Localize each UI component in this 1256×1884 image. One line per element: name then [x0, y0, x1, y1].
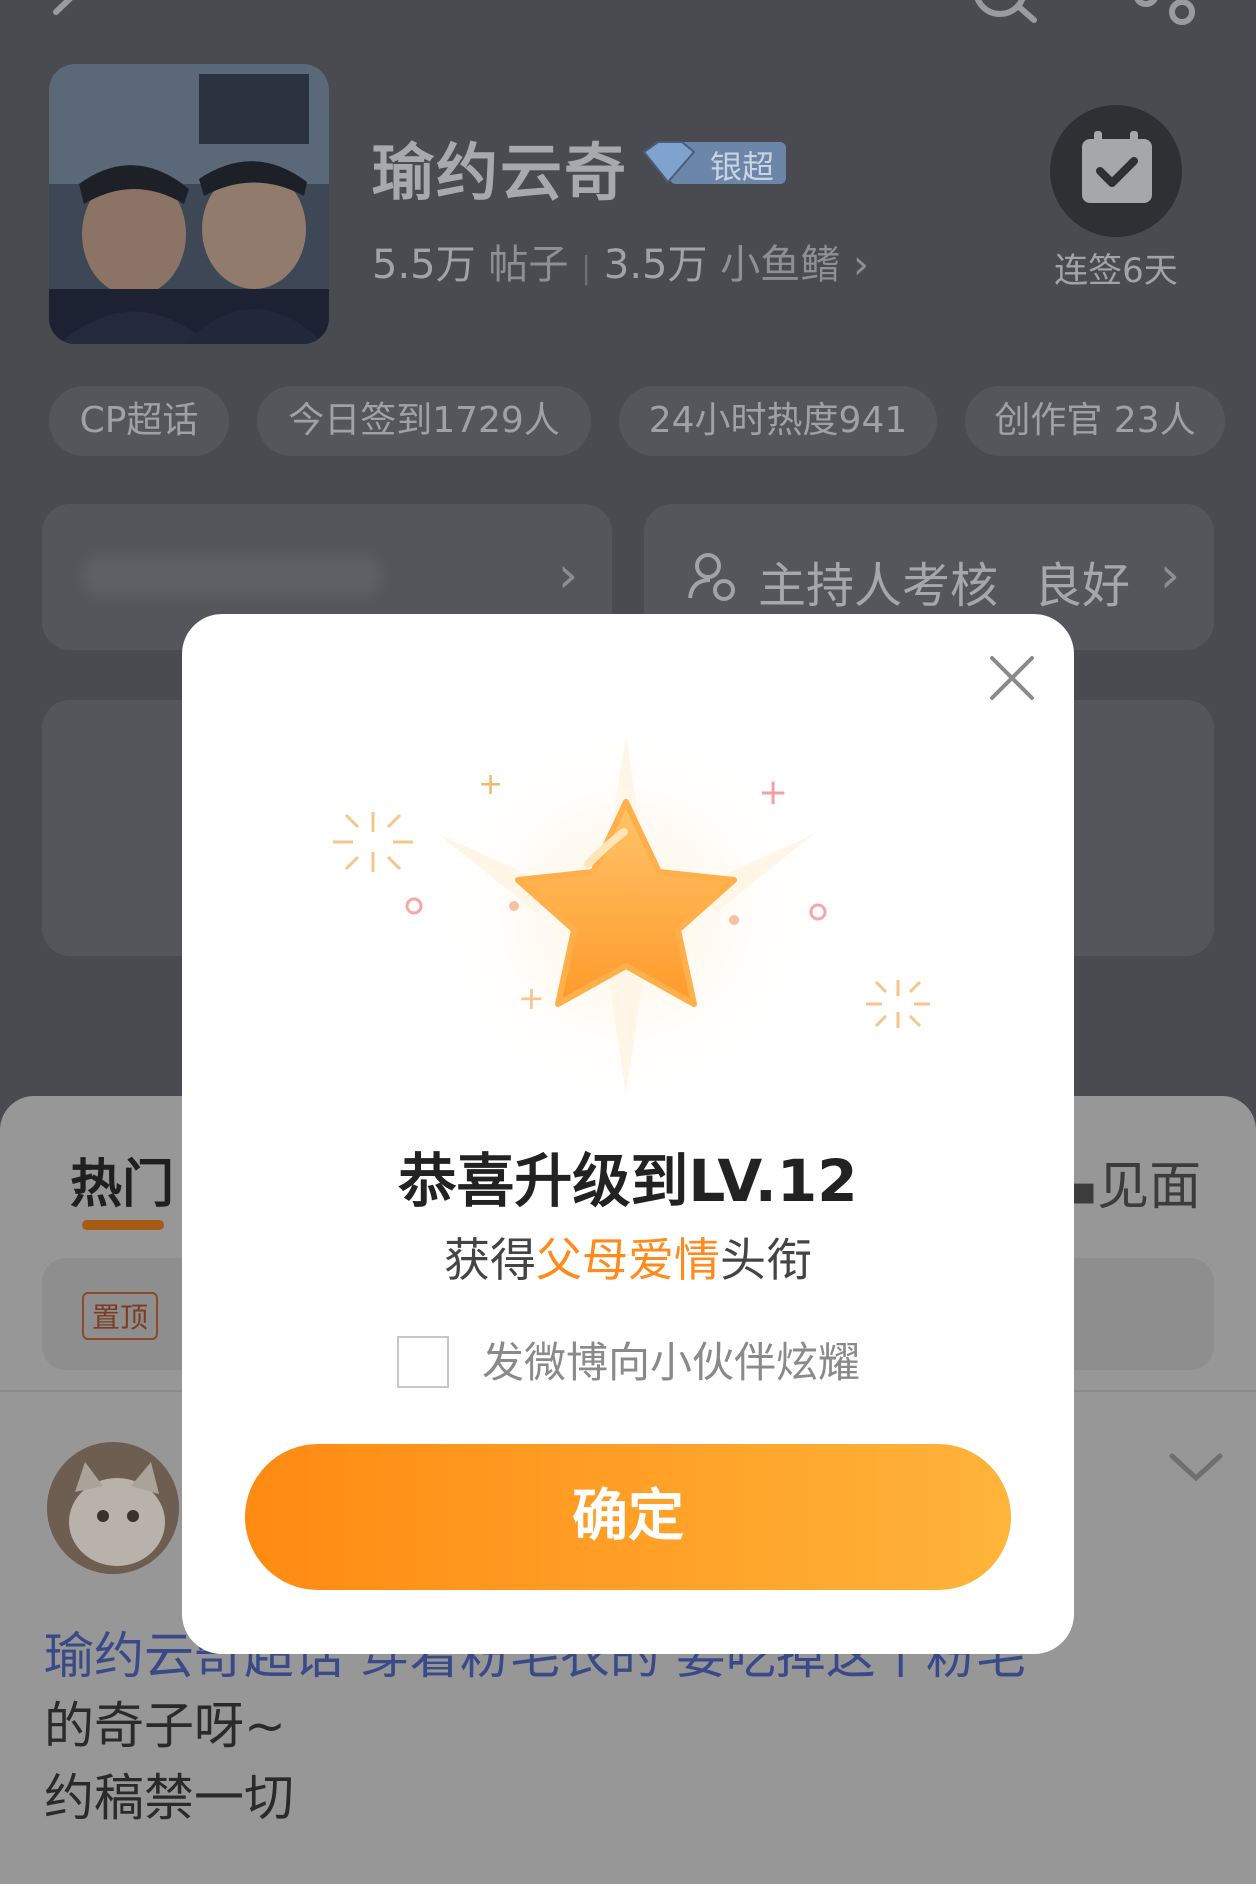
fans-count: 3.5万: [603, 242, 708, 288]
chip-checkin-count[interactable]: 今日签到1729人: [257, 386, 591, 456]
svg-text:+: +: [758, 772, 788, 813]
chip-creators[interactable]: 创作官 23人: [965, 386, 1225, 456]
level-up-dialog: + + + 恭喜升级到LV.12 获得父母爱情头衔 发微博向小伙伴炫耀 确定: [182, 614, 1074, 1654]
post-line-2: 的奇子呀~: [44, 1697, 286, 1755]
checkin-button[interactable]: [1050, 105, 1182, 237]
host-review-label: 主持人考核: [758, 558, 999, 614]
topic-avatar[interactable]: [49, 64, 329, 344]
tab-meet-label: 见面: [1097, 1157, 1202, 1217]
post-line-3: 约稿禁一切: [44, 1769, 294, 1827]
posts-count: 5.5万: [372, 242, 476, 288]
svg-text:+: +: [478, 767, 503, 802]
confirm-button[interactable]: 确定: [245, 1444, 1011, 1590]
topic-title: 瑜约云奇: [372, 136, 629, 209]
chip-cp[interactable]: CP超话: [49, 386, 229, 456]
subtitle-prefix: 获得: [444, 1233, 536, 1287]
share-icon[interactable]: [1120, 0, 1200, 34]
fans-label: 小鱼鳍: [720, 242, 841, 288]
posts-label: 帖子: [488, 242, 569, 288]
host-review-value: 良好: [1034, 558, 1131, 614]
author-avatar[interactable]: [47, 1442, 179, 1574]
chevron-right-icon: ›: [852, 242, 869, 288]
star-illustration-icon: + + +: [333, 724, 930, 1104]
topic-stats[interactable]: 5.5万 帖子 | 3.5万 小鱼鳍 ›: [372, 232, 869, 290]
tab-hot[interactable]: 热门: [70, 1142, 174, 1217]
chevron-right-icon: ›: [558, 546, 578, 604]
chevron-right-icon: ›: [1160, 546, 1180, 604]
tab-indicator: [82, 1220, 164, 1230]
tab-meet[interactable]: ▪见面: [1070, 1144, 1201, 1219]
back-icon[interactable]: [44, 0, 94, 34]
pinned-badge: 置顶: [82, 1292, 159, 1340]
camera-icon: ▪: [1070, 1168, 1098, 1214]
level-badge[interactable]: 银超: [640, 138, 790, 188]
close-icon[interactable]: [988, 654, 1036, 702]
svg-text:+: +: [518, 979, 545, 1017]
subtitle-suffix: 头衔: [720, 1233, 812, 1287]
level-badge-label: 银超: [710, 148, 775, 186]
person-icon: [688, 553, 735, 601]
title-name: 父母爱情: [536, 1233, 720, 1287]
chevron-down-icon[interactable]: [1166, 1446, 1226, 1486]
calendar-check-icon: [1082, 131, 1152, 203]
dialog-title: 恭喜升级到LV.12: [398, 1147, 858, 1215]
checkin-label: 连签6天: [1054, 251, 1178, 291]
search-icon[interactable]: [970, 0, 1050, 34]
dialog-subtitle: 获得父母爱情头衔: [182, 1224, 1074, 1290]
share-checkbox[interactable]: [397, 1336, 449, 1388]
chip-heat[interactable]: 24小时热度941: [619, 386, 937, 456]
share-checkbox-label[interactable]: 发微博向小伙伴炫耀: [482, 1336, 860, 1390]
